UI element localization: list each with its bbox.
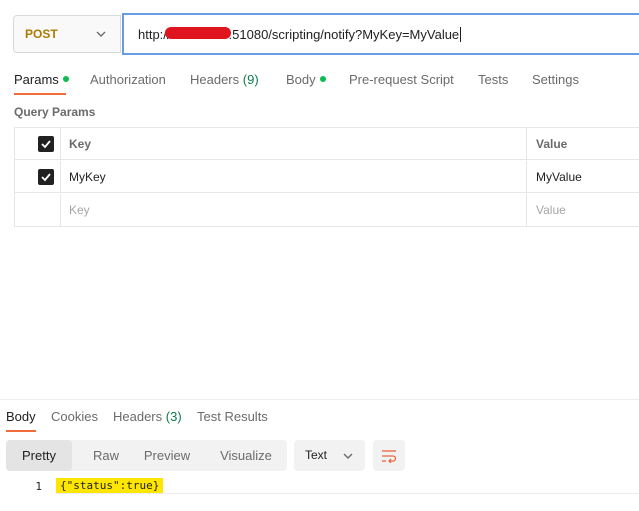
tab-params-dot [62, 75, 69, 82]
tab-params-label: Params [14, 72, 59, 87]
tab-body-dot [319, 75, 326, 82]
wrap-lines-button[interactable] [373, 440, 405, 471]
view-mode-visualize[interactable]: Visualize [206, 440, 286, 471]
format-label: Text [305, 448, 328, 462]
active-tab-indicator [14, 93, 66, 95]
tab-authorization[interactable]: Authorization [90, 72, 166, 87]
response-divider [0, 399, 639, 400]
view-mode-pretty[interactable]: Pretty [6, 440, 72, 471]
view-mode-selector: Pretty Raw Preview Visualize [6, 440, 287, 471]
table-row: MyKey MyValue [15, 161, 639, 193]
wrap-lines-icon [382, 449, 397, 463]
param-value-field[interactable]: MyValue [536, 161, 582, 193]
response-tab-headers-label: Headers [113, 409, 163, 424]
column-divider [526, 161, 527, 192]
text-cursor [460, 26, 462, 42]
params-header-row: Key Value [15, 128, 639, 160]
tab-pre-request-script[interactable]: Pre-request Script [349, 72, 454, 87]
column-divider [60, 161, 61, 192]
chevron-down-icon [96, 31, 106, 37]
column-header-value: Value [536, 137, 568, 151]
url-input[interactable]: http://:51080/scripting/notify?MyKey=MyV… [122, 13, 639, 55]
param-key-field[interactable]: MyKey [69, 161, 106, 193]
tab-authorization-label: Authorization [90, 72, 166, 87]
response-tab-test-results[interactable]: Test Results [197, 409, 268, 424]
line-number: 1 [35, 480, 42, 493]
tab-pre-request-script-label: Pre-request Script [349, 72, 454, 87]
response-body-code: {"status":true} [56, 478, 164, 494]
tab-tests[interactable]: Tests [478, 72, 508, 87]
redaction-mark [164, 27, 231, 39]
tab-body[interactable]: Body [286, 72, 326, 87]
tab-tests-label: Tests [478, 72, 509, 87]
view-mode-raw[interactable]: Raw [72, 440, 140, 471]
chevron-down-icon [343, 453, 353, 459]
column-divider [60, 128, 61, 159]
column-divider [526, 194, 527, 226]
new-param-value-field[interactable]: Value [536, 194, 566, 226]
new-param-key-field[interactable]: Key [69, 194, 90, 226]
method-select[interactable]: POST [13, 15, 121, 53]
response-tab-headers[interactable]: Headers (3) [113, 409, 182, 424]
select-all-checkbox[interactable] [38, 136, 54, 152]
tab-body-label: Body [286, 72, 316, 87]
column-divider [60, 194, 61, 226]
view-mode-preview[interactable]: Preview [140, 440, 194, 471]
tab-headers-count: (9) [242, 72, 259, 87]
check-icon [41, 173, 51, 182]
query-params-title: Query Params [14, 105, 96, 119]
column-header-key: Key [69, 137, 92, 151]
editor-bottom-border [56, 493, 639, 494]
tab-headers[interactable]: Headers (9) [190, 72, 259, 87]
url-suffix: :51080/scripting/notify?MyKey=MyValue [228, 26, 460, 42]
format-select[interactable]: Text [294, 440, 365, 471]
table-row: Key Value [15, 194, 639, 226]
tab-settings-label: Settings [532, 72, 579, 87]
response-active-tab-indicator [6, 430, 36, 432]
response-tab-headers-count: (3) [165, 409, 182, 424]
row-checkbox[interactable] [38, 169, 54, 185]
check-icon [41, 140, 51, 149]
params-table: Key Value MyKey MyValue Key Value [14, 127, 639, 227]
tab-headers-label: Headers [190, 72, 240, 87]
response-tab-cookies[interactable]: Cookies [51, 409, 98, 424]
tab-settings[interactable]: Settings [532, 72, 579, 87]
method-label: POST [25, 27, 58, 41]
response-tab-body[interactable]: Body [6, 409, 36, 424]
column-divider [526, 128, 527, 159]
tab-params[interactable]: Params [14, 72, 69, 87]
